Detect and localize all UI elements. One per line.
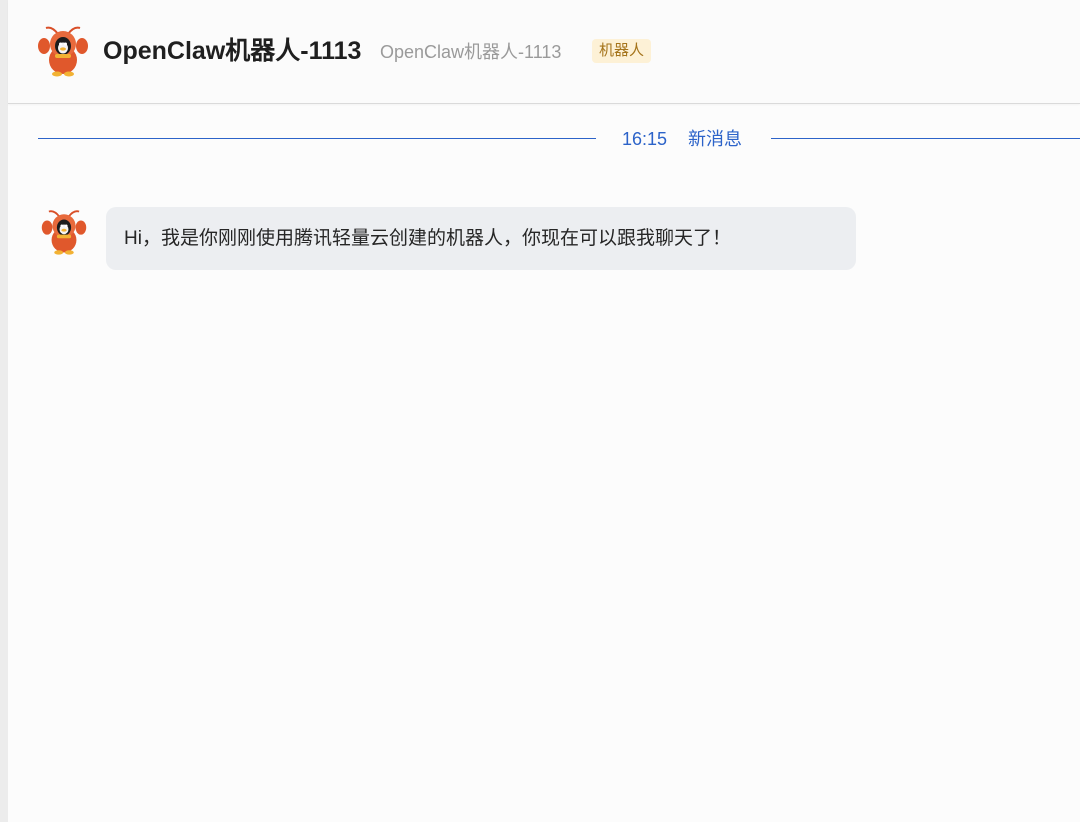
- new-messages-divider: 16:15 新消息: [38, 126, 1080, 152]
- divider-time: 16:15: [622, 129, 668, 149]
- chat-window: OpenClaw机器人-1113 OpenClaw机器人-1113 机器人 16…: [8, 0, 1080, 822]
- message-text: Hi，我是你刚刚使用腾讯轻量云创建的机器人，你现在可以跟我聊天了！: [124, 228, 731, 249]
- divider-line-left: [38, 138, 596, 139]
- bot-avatar[interactable]: [36, 24, 90, 78]
- chat-subtitle: OpenClaw机器人-1113: [380, 42, 562, 62]
- lobster-mascot-icon: [38, 26, 88, 77]
- divider-line-right: [771, 138, 1080, 139]
- lobster-mascot-icon: [41, 210, 87, 255]
- bot-badge: 机器人: [592, 39, 652, 63]
- chat-title: OpenClaw机器人-1113: [103, 37, 362, 65]
- message-avatar[interactable]: [40, 208, 88, 256]
- message-bubble[interactable]: Hi，我是你刚刚使用腾讯轻量云创建的机器人，你现在可以跟我聊天了！: [106, 207, 856, 270]
- chat-header: OpenClaw机器人-1113 OpenClaw机器人-1113 机器人: [8, 0, 1080, 104]
- divider-label: 新消息: [688, 129, 742, 149]
